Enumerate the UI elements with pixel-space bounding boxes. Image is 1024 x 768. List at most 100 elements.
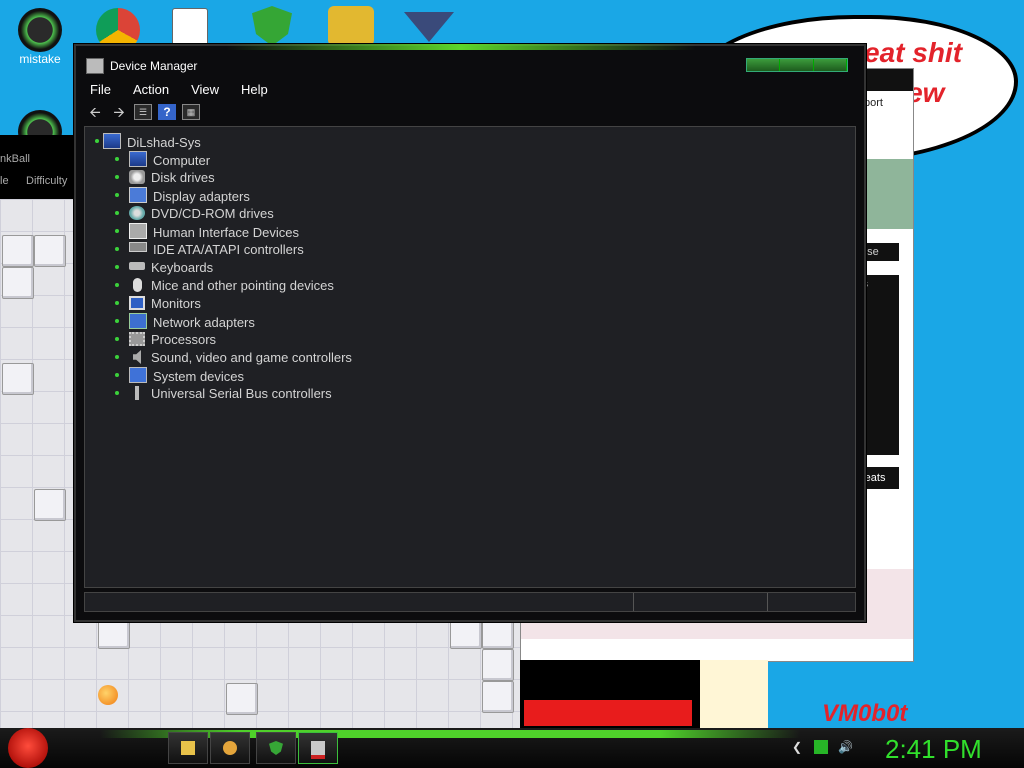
computer-icon — [129, 151, 147, 167]
expand-icon[interactable] — [95, 139, 99, 143]
taskbar-explorer[interactable] — [168, 732, 208, 764]
game-tile — [482, 649, 514, 681]
tree-item-label: Human Interface Devices — [153, 225, 299, 240]
background-window-input[interactable]: use — [861, 243, 899, 261]
chevron-icon[interactable]: ❮ — [790, 740, 804, 754]
help-icon[interactable]: ? — [158, 104, 176, 120]
expand-icon[interactable] — [115, 301, 119, 305]
red-bar — [524, 700, 692, 726]
game-tile — [2, 267, 34, 299]
show-hidden-icon[interactable]: ▦ — [182, 104, 200, 120]
expand-icon[interactable] — [115, 211, 119, 215]
game-menu-file[interactable]: le — [0, 175, 9, 187]
menu-action[interactable]: Action — [129, 80, 173, 99]
network-adapter-icon — [129, 313, 147, 329]
expand-icon[interactable] — [115, 247, 119, 251]
computer-root-icon — [103, 133, 121, 149]
tree-item-mice[interactable]: Mice and other pointing devices — [95, 277, 352, 295]
device-tree: DiLshad-Sys Computer Disk drives Display… — [95, 133, 352, 403]
start-button-angry-bird-icon[interactable] — [8, 728, 48, 768]
security-shield-icon[interactable] — [252, 6, 292, 46]
expand-icon[interactable] — [115, 283, 119, 287]
expand-icon[interactable] — [115, 157, 119, 161]
minimize-button[interactable] — [747, 59, 781, 71]
game-menu-difficulty[interactable]: Difficulty — [26, 175, 67, 187]
tree-item-processors[interactable]: Processors — [95, 331, 352, 349]
mistake-icon — [18, 8, 62, 52]
background-window-tab[interactable]: port — [864, 97, 883, 109]
menu-help[interactable]: Help — [237, 80, 272, 99]
menubar: File Action View Help — [86, 80, 272, 99]
tree-item-disk-drives[interactable]: Disk drives — [95, 169, 352, 187]
expand-icon[interactable] — [115, 355, 119, 359]
expand-icon[interactable] — [115, 391, 119, 395]
display-adapter-icon — [129, 187, 147, 203]
tree-item-display-adapters[interactable]: Display adapters — [95, 187, 352, 205]
taskbar-paint[interactable] — [210, 732, 250, 764]
expand-icon[interactable] — [115, 265, 119, 269]
tree-item-label: Network adapters — [153, 315, 255, 330]
tree-item-dvd-drives[interactable]: DVD/CD-ROM drives — [95, 205, 352, 223]
tree-item-sound[interactable]: Sound, video and game controllers — [95, 349, 352, 367]
forward-icon[interactable]: 🡪 — [110, 104, 128, 120]
tree-item-label: System devices — [153, 369, 245, 384]
tree-item-ide-controllers[interactable]: IDE ATA/ATAPI controllers — [95, 241, 352, 259]
status-divider — [633, 593, 634, 611]
window-title: Device Manager — [110, 59, 198, 73]
tree-item-network-adapters[interactable]: Network adapters — [95, 313, 352, 331]
expand-icon[interactable] — [115, 229, 119, 233]
titlebar[interactable]: Device Manager — [76, 46, 864, 78]
game-ball — [98, 685, 118, 705]
sound-icon — [133, 350, 141, 364]
paint-icon — [223, 741, 237, 755]
background-window-button[interactable]: reats — [861, 467, 899, 489]
tree-item-label: Keyboards — [151, 260, 214, 275]
game-tile — [482, 681, 514, 713]
back-icon[interactable]: 🡨 — [86, 104, 104, 120]
tree-item-label: Mice and other pointing devices — [151, 278, 334, 293]
clock[interactable]: 2:41 PM — [885, 734, 982, 765]
properties-icon[interactable]: ☰ — [134, 104, 152, 120]
expand-icon[interactable] — [115, 319, 119, 323]
monitor-icon — [129, 296, 145, 310]
close-button[interactable] — [813, 59, 847, 71]
expand-icon[interactable] — [115, 373, 119, 377]
tree-item-label: Disk drives — [151, 170, 215, 185]
expand-icon[interactable] — [115, 175, 119, 179]
device-manager-window: Device Manager File Action View Help 🡨 🡪… — [74, 44, 866, 622]
taskbar-security[interactable] — [256, 732, 296, 764]
desktop-icon-mistake[interactable]: mistake — [8, 8, 72, 66]
tree-item-label: Display adapters — [153, 189, 250, 204]
menu-file[interactable]: File — [86, 80, 115, 99]
tree-item-system-devices[interactable]: System devices — [95, 367, 352, 385]
taskbar-device-manager[interactable] — [298, 732, 338, 764]
tree-root[interactable]: DiLshad-Sys — [95, 133, 352, 151]
taskbar — [0, 728, 1024, 768]
expand-icon[interactable] — [115, 193, 119, 197]
angry-birds-icon[interactable] — [328, 6, 374, 46]
network-icon[interactable] — [814, 740, 828, 754]
app-logo-icon[interactable] — [404, 12, 454, 42]
mouse-icon — [133, 278, 142, 292]
tree-item-label: Computer — [153, 153, 211, 168]
ide-controller-icon — [129, 242, 147, 252]
menu-view[interactable]: View — [187, 80, 223, 99]
volume-icon[interactable]: 🔊 — [838, 740, 853, 754]
speech-text-1: eat shit — [864, 37, 963, 68]
expand-icon[interactable] — [115, 337, 119, 341]
game-tile — [2, 235, 34, 267]
desktop-icon-label: mistake — [19, 52, 61, 66]
background-window-panel-label: s — [861, 275, 899, 294]
background-window-panel: s — [861, 275, 899, 455]
tree-item-keyboards[interactable]: Keyboards — [95, 259, 352, 277]
tree-item-hid[interactable]: Human Interface Devices — [95, 223, 352, 241]
maximize-button[interactable] — [780, 59, 814, 71]
shield-icon — [269, 741, 283, 755]
game-title: nkBall — [0, 153, 30, 165]
game-tile — [226, 683, 258, 715]
tree-item-label: Sound, video and game controllers — [151, 350, 352, 365]
tree-item-monitors[interactable]: Monitors — [95, 295, 352, 313]
tree-item-usb[interactable]: Universal Serial Bus controllers — [95, 385, 352, 403]
cream-block — [700, 660, 768, 730]
tree-item-computer[interactable]: Computer — [95, 151, 352, 169]
